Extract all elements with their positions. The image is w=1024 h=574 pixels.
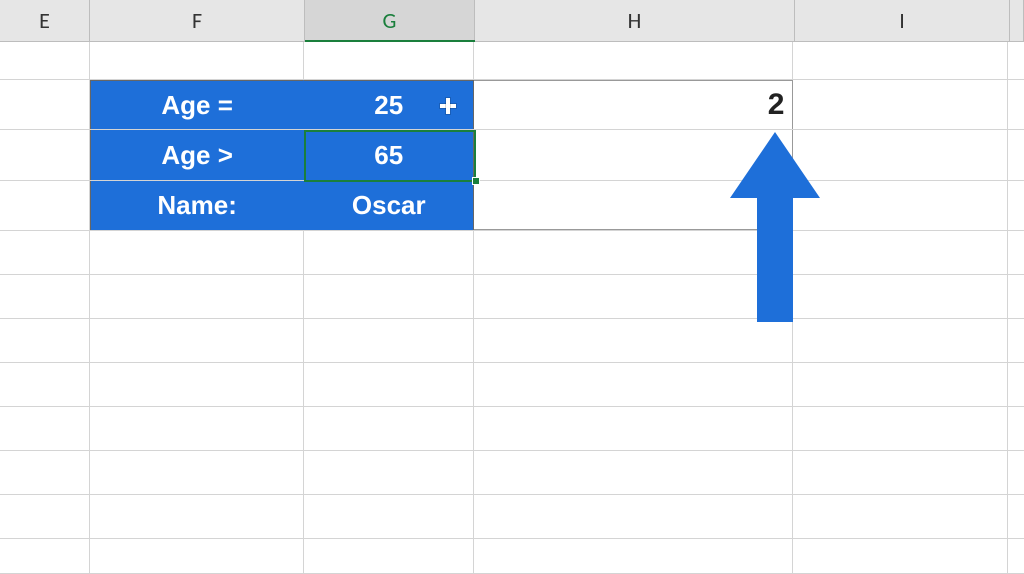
cell-E11[interactable]	[0, 495, 90, 538]
cell-E9[interactable]	[0, 407, 90, 450]
cell-J1[interactable]	[1008, 42, 1024, 79]
cell-G10[interactable]	[304, 451, 474, 494]
row-5	[0, 231, 1024, 275]
cell-E2[interactable]	[0, 80, 90, 129]
cell-H11[interactable]	[474, 495, 793, 538]
cell-E5[interactable]	[0, 231, 90, 274]
row-3: Age > 65	[0, 130, 1024, 181]
cell-G4-value[interactable]: Oscar	[304, 181, 474, 230]
cell-E12[interactable]	[0, 539, 90, 573]
cell-E8[interactable]	[0, 363, 90, 406]
cell-I10[interactable]	[793, 451, 1008, 494]
cell-E3[interactable]	[0, 130, 90, 180]
cell-E10[interactable]	[0, 451, 90, 494]
cell-F7[interactable]	[90, 319, 305, 362]
col-header-edge	[1010, 0, 1024, 41]
cell-H8[interactable]	[474, 363, 793, 406]
cell-F4-label[interactable]: Name:	[90, 181, 305, 230]
cell-J3[interactable]	[1008, 130, 1024, 180]
cell-J4[interactable]	[1008, 181, 1024, 230]
cell-F3-label[interactable]: Age >	[90, 130, 305, 180]
cell-G8[interactable]	[304, 363, 474, 406]
cell-H7[interactable]	[474, 319, 793, 362]
cell-F10[interactable]	[90, 451, 305, 494]
cell-I2[interactable]	[793, 80, 1008, 129]
cell-F6[interactable]	[90, 275, 305, 318]
cell-J8[interactable]	[1008, 363, 1024, 406]
row-9	[0, 407, 1024, 451]
cell-I8[interactable]	[793, 363, 1008, 406]
cell-J2[interactable]	[1008, 80, 1024, 129]
col-header-G[interactable]: G	[305, 0, 475, 41]
cell-I3[interactable]	[793, 130, 1008, 180]
selected-column-indicator	[305, 40, 475, 42]
cell-F11[interactable]	[90, 495, 305, 538]
col-header-H[interactable]: H	[475, 0, 795, 41]
cell-G1[interactable]	[304, 42, 474, 79]
cell-F8[interactable]	[90, 363, 305, 406]
cell-I12[interactable]	[793, 539, 1008, 573]
row-11	[0, 495, 1024, 539]
cell-G2-value[interactable]: 25	[304, 80, 474, 129]
cell-rows: Age = 25 2 Age > 65 Name: Oscar	[0, 42, 1024, 574]
cell-E4[interactable]	[0, 181, 90, 230]
cell-H10[interactable]	[474, 451, 793, 494]
cell-F12[interactable]	[90, 539, 305, 573]
cell-E6[interactable]	[0, 275, 90, 318]
col-header-F[interactable]: F	[90, 0, 305, 41]
row-12	[0, 539, 1024, 574]
cell-G11[interactable]	[304, 495, 474, 538]
spreadsheet-grid[interactable]: E F G H I Age = 25 2 Age > 65	[0, 0, 1024, 574]
cell-I1[interactable]	[793, 42, 1008, 79]
column-headers: E F G H I	[0, 0, 1024, 42]
cell-I5[interactable]	[793, 231, 1008, 274]
cell-G7[interactable]	[304, 319, 474, 362]
row-8	[0, 363, 1024, 407]
cell-H12[interactable]	[474, 539, 793, 573]
cell-G6[interactable]	[304, 275, 474, 318]
cell-J12[interactable]	[1008, 539, 1024, 573]
annotation-up-arrow-icon	[730, 132, 820, 322]
cell-G9[interactable]	[304, 407, 474, 450]
cell-J7[interactable]	[1008, 319, 1024, 362]
cell-I6[interactable]	[793, 275, 1008, 318]
cell-E1[interactable]	[0, 42, 90, 79]
h2-value-text: 2	[768, 88, 785, 122]
cell-E7[interactable]	[0, 319, 90, 362]
cell-F2-label[interactable]: Age =	[90, 80, 305, 129]
row-2: Age = 25 2	[0, 80, 1024, 130]
cell-F9[interactable]	[90, 407, 305, 450]
row-4: Name: Oscar	[0, 181, 1024, 231]
cell-H2-result[interactable]: 2	[474, 80, 793, 129]
cell-J5[interactable]	[1008, 231, 1024, 274]
cell-F1[interactable]	[90, 42, 305, 79]
cell-G12[interactable]	[304, 539, 474, 573]
row-6	[0, 275, 1024, 319]
fill-handle[interactable]	[472, 177, 480, 185]
cell-G5[interactable]	[304, 231, 474, 274]
col-header-I[interactable]: I	[795, 0, 1010, 41]
cell-J6[interactable]	[1008, 275, 1024, 318]
cell-J10[interactable]	[1008, 451, 1024, 494]
row-7	[0, 319, 1024, 363]
cell-F5[interactable]	[90, 231, 305, 274]
row-10	[0, 451, 1024, 495]
cell-I7[interactable]	[793, 319, 1008, 362]
cell-G3-value[interactable]: 65	[304, 130, 474, 180]
cell-J9[interactable]	[1008, 407, 1024, 450]
cell-I4[interactable]	[793, 181, 1008, 230]
cell-H1[interactable]	[474, 42, 793, 79]
cell-I11[interactable]	[793, 495, 1008, 538]
col-header-E[interactable]: E	[0, 0, 90, 41]
cell-H9[interactable]	[474, 407, 793, 450]
row-1	[0, 42, 1024, 80]
cell-I9[interactable]	[793, 407, 1008, 450]
cell-J11[interactable]	[1008, 495, 1024, 538]
